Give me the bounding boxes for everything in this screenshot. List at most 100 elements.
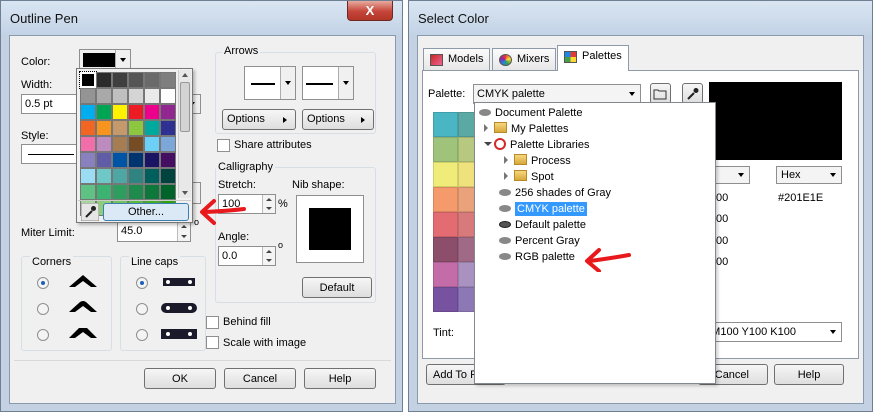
corner-round-radio[interactable]: [37, 303, 49, 315]
color-swatch[interactable]: [80, 88, 96, 104]
color-swatch[interactable]: [112, 136, 128, 152]
color-swatch[interactable]: [144, 104, 160, 120]
chevron-down-icon[interactable]: [826, 167, 841, 183]
tree-item-palette-libraries[interactable]: Palette Libraries: [484, 137, 590, 153]
color-swatch[interactable]: [128, 136, 144, 152]
eyedropper-button[interactable]: [682, 83, 703, 104]
chevron-down-icon[interactable]: [338, 67, 353, 99]
swatch-scrollbar[interactable]: [178, 70, 191, 198]
color-swatch[interactable]: [128, 88, 144, 104]
color-swatch[interactable]: [144, 168, 160, 184]
color-swatch[interactable]: [96, 72, 112, 88]
tree-item-percent-gray[interactable]: Percent Gray: [499, 233, 580, 249]
tree-item-process[interactable]: Process: [504, 153, 571, 169]
tree-item-rgb-palette[interactable]: RGB palette: [499, 249, 575, 265]
color-swatch[interactable]: [80, 104, 96, 120]
corner-bevel-radio[interactable]: [37, 329, 49, 341]
cancel-button[interactable]: Cancel: [224, 368, 296, 389]
color-swatch[interactable]: [96, 184, 112, 200]
corner-miter-radio[interactable]: [37, 277, 49, 289]
chevron-down-icon[interactable]: [115, 50, 130, 70]
color-swatch[interactable]: [80, 152, 96, 168]
palette-swatch[interactable]: [433, 187, 458, 212]
width-field[interactable]: 0.5 pt: [21, 94, 79, 114]
color-name-dropdown[interactable]: 0 M100 Y100 K100: [698, 322, 842, 342]
default-button[interactable]: Default: [302, 277, 372, 298]
color-swatch[interactable]: [96, 168, 112, 184]
share-attributes-checkbox[interactable]: [217, 139, 230, 152]
end-arrow-options-button[interactable]: Options: [302, 109, 374, 130]
color-swatch[interactable]: [112, 152, 128, 168]
color-swatch[interactable]: [128, 104, 144, 120]
color-swatch[interactable]: [96, 104, 112, 120]
color-swatch[interactable]: [144, 184, 160, 200]
ok-button[interactable]: OK: [144, 368, 216, 389]
scroll-up-icon[interactable]: [182, 73, 188, 77]
color-swatch[interactable]: [96, 152, 112, 168]
end-arrow-dropdown[interactable]: [302, 66, 354, 100]
color-swatch[interactable]: [112, 184, 128, 200]
color-swatch[interactable]: [160, 120, 176, 136]
palette-swatch[interactable]: [433, 137, 458, 162]
title-bar[interactable]: Outline Pen X: [1, 1, 402, 35]
scroll-down-icon[interactable]: [182, 191, 188, 195]
chevron-down-icon[interactable]: [826, 323, 841, 341]
color-swatch[interactable]: [96, 136, 112, 152]
color-swatch[interactable]: [80, 136, 96, 152]
color-swatch[interactable]: [96, 88, 112, 104]
style-dropdown[interactable]: [21, 144, 81, 164]
behind-fill-checkbox[interactable]: [206, 316, 219, 329]
tree-item-cmyk-palette[interactable]: CMYK palette: [499, 201, 587, 217]
tree-item-my-palettes[interactable]: My Palettes: [484, 121, 568, 137]
palette-swatch[interactable]: [433, 112, 458, 137]
color-swatch[interactable]: [160, 152, 176, 168]
color-swatch[interactable]: [144, 152, 160, 168]
tab-mixers[interactable]: Mixers: [492, 48, 557, 70]
miter-limit-field[interactable]: 45.0: [117, 221, 191, 242]
color-swatch[interactable]: [144, 120, 160, 136]
hex-dropdown[interactable]: Hex: [776, 166, 842, 184]
miter-spinner-icon[interactable]: [177, 222, 190, 241]
color-swatch[interactable]: [160, 184, 176, 200]
color-swatch[interactable]: [80, 120, 96, 136]
color-swatch[interactable]: [160, 104, 176, 120]
tab-palettes[interactable]: Palettes: [557, 45, 629, 71]
color-swatch[interactable]: [128, 120, 144, 136]
color-swatch[interactable]: [160, 88, 176, 104]
color-swatch[interactable]: [112, 72, 128, 88]
tree-item-default-palette[interactable]: Default palette: [499, 217, 586, 233]
color-swatch[interactable]: [80, 168, 96, 184]
chevron-down-icon[interactable]: [625, 85, 640, 103]
tab-models[interactable]: Models: [423, 48, 491, 70]
palette-swatch[interactable]: [433, 212, 458, 237]
color-swatch[interactable]: [144, 136, 160, 152]
color-swatch[interactable]: [96, 120, 112, 136]
color-swatch[interactable]: [80, 184, 96, 200]
help-button[interactable]: Help: [774, 364, 844, 385]
scroll-thumb[interactable]: [180, 82, 190, 132]
color-swatch[interactable]: [144, 88, 160, 104]
color-swatch[interactable]: [112, 168, 128, 184]
color-swatch[interactable]: [144, 72, 160, 88]
chevron-down-icon[interactable]: [734, 167, 749, 183]
help-button[interactable]: Help: [304, 368, 376, 389]
color-swatch[interactable]: [128, 152, 144, 168]
palette-swatch[interactable]: [433, 262, 458, 287]
palette-swatch[interactable]: [433, 162, 458, 187]
palette-dropdown[interactable]: CMYK palette: [473, 84, 641, 104]
color-swatch[interactable]: [160, 168, 176, 184]
color-swatch[interactable]: [128, 184, 144, 200]
cap-square-radio[interactable]: [136, 329, 148, 341]
color-swatch[interactable]: [112, 104, 128, 120]
cap-round-radio[interactable]: [136, 303, 148, 315]
other-color-button[interactable]: Other...: [103, 203, 189, 221]
tree-item-spot[interactable]: Spot: [504, 169, 554, 185]
angle-field[interactable]: 0.0: [218, 246, 276, 266]
color-swatch[interactable]: [79, 71, 97, 89]
model-dropdown-partial[interactable]: [714, 166, 750, 184]
palette-swatch[interactable]: [433, 237, 458, 262]
close-button[interactable]: X: [347, 1, 393, 21]
nib-shape-preview[interactable]: [296, 195, 364, 263]
start-arrow-dropdown[interactable]: [244, 66, 296, 100]
tree-item-256-shades-of-gray[interactable]: 256 shades of Gray: [499, 185, 611, 201]
